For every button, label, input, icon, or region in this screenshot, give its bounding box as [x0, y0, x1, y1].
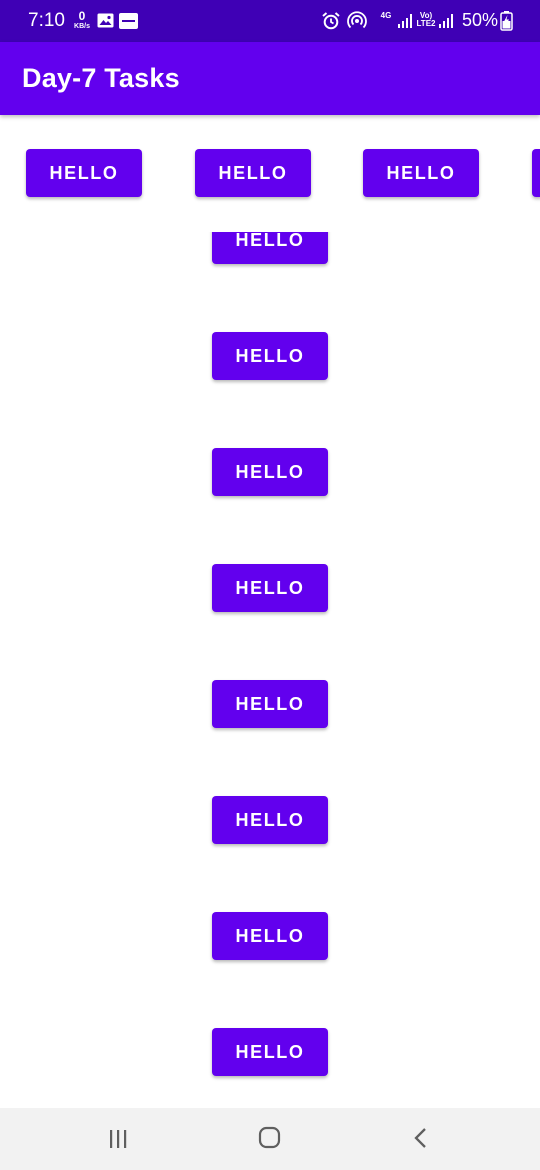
- recents-icon[interactable]: [108, 1129, 128, 1149]
- hello-button-row-4-partial[interactable]: [532, 149, 540, 197]
- signal-strength-icon: [398, 14, 412, 28]
- signal-strength-2-icon: [439, 14, 453, 28]
- vertical-button-list[interactable]: HELLO HELLO HELLO HELLO HELLO HELLO HELL…: [0, 232, 540, 1108]
- network-speed-unit: KB/s: [74, 23, 90, 30]
- hello-button-row-3[interactable]: HELLO: [363, 149, 479, 197]
- battery-level: 50%: [462, 10, 499, 30]
- hello-button-row-2[interactable]: HELLO: [195, 149, 311, 197]
- hello-button-col-6[interactable]: HELLO: [212, 796, 328, 844]
- hello-button-col-5[interactable]: HELLO: [212, 680, 328, 728]
- system-navigation-bar: [0, 1108, 540, 1170]
- network-speed: 0 KB/s: [72, 9, 92, 31]
- hello-button-row-1[interactable]: HELLO: [26, 149, 142, 197]
- network-type-lte: Vo) LTE2: [416, 11, 436, 28]
- hello-button-col-1[interactable]: HELLO: [212, 232, 328, 264]
- app-notification-icon: [119, 13, 138, 29]
- app-bar: Day-7 Tasks: [0, 42, 540, 115]
- hello-button-col-4[interactable]: HELLO: [212, 564, 328, 612]
- hello-button-col-7[interactable]: HELLO: [212, 912, 328, 960]
- hello-button-col-8[interactable]: HELLO: [212, 1028, 328, 1076]
- gallery-icon: [97, 13, 114, 28]
- page-title: Day-7 Tasks: [22, 63, 180, 93]
- network-speed-value: 0: [78, 9, 86, 23]
- hello-button-col-3[interactable]: HELLO: [212, 448, 328, 496]
- status-time: 7:10: [28, 10, 65, 31]
- alarm-icon: [322, 12, 340, 30]
- status-bar: 7:10 0 KB/s 4G Vo) LTE2 50%: [0, 0, 540, 42]
- hello-button-col-2[interactable]: HELLO: [212, 332, 328, 380]
- network-type-4g: 4G: [380, 11, 392, 20]
- battery-charging-icon: [500, 11, 513, 31]
- hotspot-icon: [347, 11, 367, 29]
- home-icon[interactable]: [258, 1126, 281, 1149]
- back-icon[interactable]: [410, 1127, 430, 1149]
